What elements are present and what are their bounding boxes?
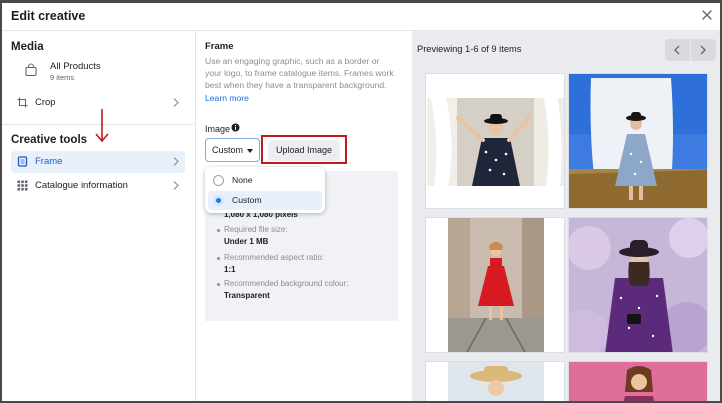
upload-image-button[interactable]: Upload Image	[268, 140, 340, 161]
preview-panel: Previewing 1-6 of 9 items	[412, 31, 720, 401]
preview-item[interactable]	[568, 73, 708, 209]
product-set-name: All Products	[50, 61, 101, 72]
chevron-left-icon	[674, 45, 680, 55]
media-heading: Media	[11, 41, 44, 53]
frame-title: Frame	[205, 41, 234, 52]
next-page-button[interactable]	[691, 39, 716, 61]
product-image	[426, 74, 564, 208]
bullet-icon	[217, 229, 220, 232]
shopping-bag-icon	[25, 63, 37, 77]
frame-icon	[17, 156, 28, 167]
requirement-value: Under 1 MB	[224, 237, 269, 246]
sidebar-item-label: Catalogue information	[35, 180, 128, 191]
product-image	[569, 218, 707, 352]
image-type-dropdown: None Custom	[205, 167, 325, 213]
product-image	[426, 218, 564, 352]
product-set: All Products 9 items	[22, 61, 192, 85]
bullet-icon	[217, 257, 220, 260]
preview-count-text: Previewing 1-6 of 9 items	[417, 44, 522, 54]
close-icon[interactable]	[700, 8, 714, 22]
edit-creative-dialog: Edit creative Media All Products 9 items…	[0, 0, 722, 403]
image-type-select[interactable]: Custom	[205, 138, 260, 162]
preview-pagination	[665, 39, 716, 61]
option-custom[interactable]: Custom	[208, 191, 322, 210]
requirement-label: Recommended background colour:	[224, 279, 349, 288]
sidebar-item-catalogue-information[interactable]: Catalogue information	[11, 175, 185, 197]
sidebar-item-frame[interactable]: Frame	[11, 151, 185, 173]
requirement-label: Required file size:	[224, 225, 288, 234]
preview-item[interactable]	[568, 217, 708, 353]
previous-page-button[interactable]	[665, 39, 690, 61]
chevron-right-icon	[173, 181, 179, 190]
option-label: None	[232, 175, 253, 185]
preview-item[interactable]	[425, 217, 565, 353]
option-label: Custom	[232, 195, 262, 205]
grid-icon	[17, 180, 28, 191]
annotation-arrow-icon	[95, 109, 109, 143]
bullet-icon	[217, 283, 220, 286]
radio-unchecked-icon	[213, 175, 224, 186]
sidebar-item-label: Frame	[35, 156, 63, 167]
crop-icon	[17, 97, 28, 108]
product-image	[569, 362, 707, 401]
frame-description: Use an engaging graphic, such as a borde…	[205, 55, 397, 104]
preview-item[interactable]	[425, 73, 565, 209]
option-none[interactable]: None	[208, 171, 322, 190]
frame-settings-panel: Frame Use an engaging graphic, such as a…	[205, 31, 405, 401]
requirement-value: Transparent	[224, 291, 270, 300]
preview-item[interactable]	[425, 361, 565, 401]
product-image	[569, 74, 707, 208]
requirement-label: Recommended aspect ratio:	[224, 253, 325, 262]
info-icon[interactable]	[231, 123, 240, 132]
chevron-right-icon	[173, 157, 179, 166]
image-type-select-value: Custom	[212, 145, 244, 155]
sidebar: Media All Products 9 items Crop Creative…	[2, 31, 196, 401]
caret-down-icon	[247, 149, 253, 153]
requirement-value: 1:1	[224, 265, 236, 274]
frame-description-text: Use an engaging graphic, such as a borde…	[205, 56, 394, 91]
sidebar-item-label: Crop	[35, 97, 56, 108]
learn-more-link[interactable]: Learn more	[205, 93, 249, 103]
radio-checked-icon	[213, 195, 224, 206]
product-set-count: 9 items	[50, 73, 75, 82]
chevron-right-icon	[700, 45, 706, 55]
chevron-right-icon	[173, 98, 179, 107]
preview-item[interactable]	[568, 361, 708, 401]
image-label: Image	[205, 124, 231, 134]
dialog-header: Edit creative	[2, 3, 720, 31]
product-image	[426, 362, 564, 401]
dialog-title: Edit creative	[11, 9, 86, 23]
creative-tools-heading: Creative tools	[11, 134, 88, 146]
